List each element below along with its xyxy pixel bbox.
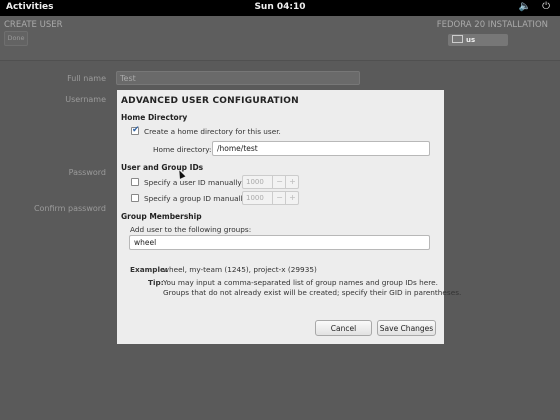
uid-label: Specify a user ID manually: (144, 178, 244, 187)
group-membership-section: Group Membership (121, 212, 202, 221)
clock[interactable]: Sun 04:10 (0, 2, 560, 12)
home-directory-section: Home Directory (121, 113, 188, 122)
installation-title: FEDORA 20 INSTALLATION (436, 20, 548, 30)
example-text: wheel, my-team (1245), project-x (29935) (163, 265, 317, 274)
tip-line-1: You may input a comma-separated list of … (163, 278, 438, 287)
uid-decrement-button[interactable]: − (272, 176, 286, 188)
save-changes-button[interactable]: Save Changes (377, 320, 436, 336)
top-bar: Activities Sun 04:10 🔈 ⏻ (0, 0, 560, 16)
home-directory-input[interactable]: /home/test (212, 141, 430, 156)
create-home-label: Create a home directory for this user. (144, 127, 281, 136)
username-label: Username (65, 95, 106, 104)
gid-value: 1000 (246, 194, 264, 202)
uid-checkbox[interactable] (131, 178, 139, 186)
full-name-label: Full name (67, 74, 106, 83)
checkmark-icon: ✔ (132, 125, 140, 135)
home-directory-label: Home directory: (153, 145, 212, 154)
advanced-user-dialog: ADVANCED USER CONFIGURATION Home Directo… (117, 90, 461, 344)
cancel-button[interactable]: Cancel (315, 320, 372, 336)
user-group-ids-section: User and Group IDs (121, 163, 204, 172)
confirm-password-label: Confirm password (33, 204, 106, 213)
system-tray[interactable]: 🔈 ⏻ (518, 1, 554, 12)
gid-checkbox[interactable] (131, 194, 139, 202)
gid-label: Specify a group ID manually: (144, 194, 249, 203)
gid-increment-button[interactable]: + (285, 192, 299, 204)
keyboard-layout-indicator[interactable]: us (448, 34, 508, 46)
done-button[interactable]: Done (4, 31, 28, 46)
dialog-title: ADVANCED USER CONFIGURATION (121, 96, 299, 106)
full-name-field[interactable]: Test (116, 71, 360, 85)
gid-spinner[interactable]: 1000 − + (242, 191, 299, 205)
create-home-checkbox[interactable]: ✔ (131, 125, 140, 135)
keyboard-layout-label: us (466, 36, 476, 44)
tip-line-2: Groups that do not already exist will be… (163, 288, 462, 297)
uid-increment-button[interactable]: + (285, 176, 299, 188)
add-groups-label: Add user to the following groups: (130, 225, 252, 234)
keyboard-icon (452, 35, 463, 43)
installer-header: CREATE USER Done FEDORA 20 INSTALLATION … (0, 16, 560, 61)
uid-value: 1000 (246, 178, 264, 186)
page-title: CREATE USER (4, 20, 63, 30)
tip-label: Tip: (148, 278, 164, 287)
groups-input[interactable]: wheel (129, 235, 430, 250)
password-label: Password (68, 168, 106, 177)
gid-decrement-button[interactable]: − (272, 192, 286, 204)
uid-spinner[interactable]: 1000 − + (242, 175, 299, 189)
